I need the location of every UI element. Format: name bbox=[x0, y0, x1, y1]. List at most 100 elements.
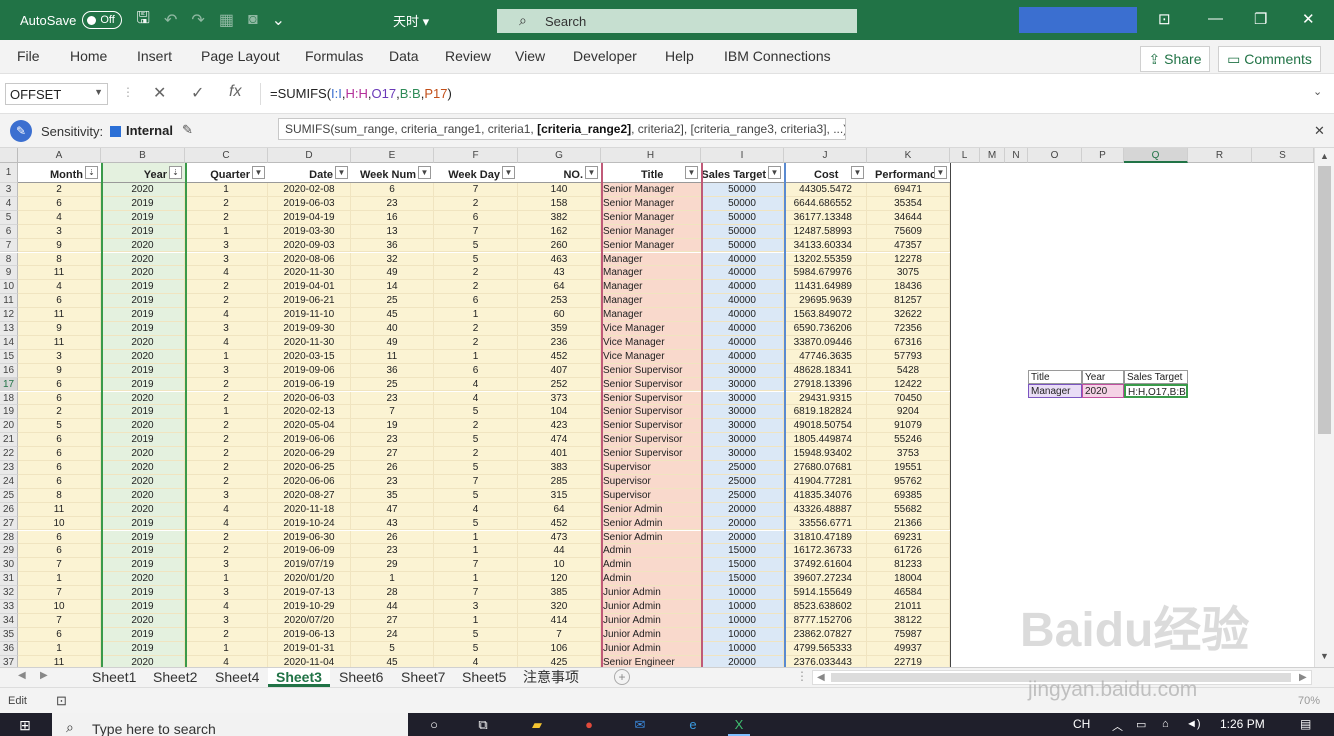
table-cell-sales-target[interactable]: 40000 bbox=[701, 308, 784, 322]
table-cell-title[interactable]: Manager bbox=[601, 308, 701, 322]
table-cell-week-day[interactable]: 5 bbox=[434, 433, 518, 448]
table-cell-title[interactable]: Supervisor bbox=[601, 461, 701, 475]
notification-icon[interactable]: ▤ bbox=[1300, 717, 1311, 731]
table-cell-date[interactable]: 2020-08-27 bbox=[268, 488, 351, 503]
table-cell-no-[interactable]: 285 bbox=[518, 474, 601, 489]
table-cell-week-day[interactable]: 7 bbox=[434, 558, 518, 573]
table-cell-month[interactable]: 6 bbox=[18, 377, 101, 392]
table-cell-date[interactable]: 2019-10-24 bbox=[268, 516, 351, 531]
table-cell-month[interactable]: 6 bbox=[18, 544, 101, 559]
tab-review[interactable]: Review bbox=[445, 48, 491, 64]
table-cell-year[interactable]: 2020 bbox=[101, 461, 185, 475]
table-cell-title[interactable]: Senior Admin bbox=[601, 530, 701, 545]
file-explorer-icon[interactable]: ▰ bbox=[526, 717, 548, 736]
table-cell-title[interactable]: Senior Supervisor bbox=[601, 391, 701, 406]
table-cell-week-num[interactable]: 26 bbox=[351, 461, 434, 475]
ime-indicator[interactable]: CH bbox=[1073, 717, 1090, 731]
table-cell-no-[interactable]: 44 bbox=[518, 544, 601, 559]
table-cell-month[interactable]: 7 bbox=[18, 586, 101, 600]
table-cell-week-day[interactable]: 7 bbox=[434, 224, 518, 239]
table-cell-year[interactable]: 2020 bbox=[101, 474, 185, 489]
filter-dropdown-icon[interactable]: ▼ bbox=[502, 166, 515, 179]
table-cell-month[interactable]: 11 bbox=[18, 308, 101, 322]
table-cell-date[interactable]: 2019-03-30 bbox=[268, 224, 351, 239]
accessibility-icon[interactable]: ⊡ bbox=[56, 693, 67, 709]
table-cell-date[interactable]: 2019-06-09 bbox=[268, 544, 351, 559]
table-cell-no-[interactable]: 463 bbox=[518, 252, 601, 267]
table-cell-date[interactable]: 2019-10-29 bbox=[268, 600, 351, 614]
table-cell-title[interactable]: Manager bbox=[601, 294, 701, 309]
table-cell-performance[interactable]: 34644 bbox=[867, 210, 950, 225]
scroll-left-icon[interactable]: ◀ bbox=[817, 672, 825, 683]
table-cell-month[interactable]: 4 bbox=[18, 210, 101, 225]
table-cell-cost[interactable]: 6644.686552 bbox=[784, 196, 867, 211]
table-cell-quarter[interactable]: 2 bbox=[185, 196, 268, 211]
table-cell-quarter[interactable]: 2 bbox=[185, 544, 268, 559]
table-cell-no-[interactable]: 104 bbox=[518, 405, 601, 420]
table-cell-performance[interactable]: 46584 bbox=[867, 586, 950, 600]
taskbar-search[interactable]: ⌕ Type here to search bbox=[52, 713, 408, 736]
table-cell-month[interactable]: 11 bbox=[18, 502, 101, 517]
table-cell-sales-target[interactable]: 40000 bbox=[701, 266, 784, 281]
table-cell-date[interactable]: 2020/01/20 bbox=[268, 572, 351, 587]
table-cell-week-day[interactable]: 7 bbox=[434, 183, 518, 197]
table-cell-no-[interactable]: 407 bbox=[518, 363, 601, 378]
table-cell-year[interactable]: 2019 bbox=[101, 641, 185, 656]
redo-icon[interactable]: ↷ bbox=[191, 10, 204, 30]
table-cell-cost[interactable]: 49018.50754 bbox=[784, 419, 867, 434]
table-cell-week-num[interactable]: 23 bbox=[351, 474, 434, 489]
tooltip-current-arg[interactable]: [criteria_range2] bbox=[537, 122, 631, 136]
table-cell-week-num[interactable]: 45 bbox=[351, 655, 434, 667]
table-cell-no-[interactable]: 60 bbox=[518, 308, 601, 322]
table-cell-year[interactable]: 2019 bbox=[101, 363, 185, 378]
table-cell-sales-target[interactable]: 40000 bbox=[701, 322, 784, 336]
tab-view[interactable]: View bbox=[515, 48, 545, 64]
filter-dropdown-icon[interactable]: ▼ bbox=[335, 166, 348, 179]
table-cell-date[interactable]: 2019-06-30 bbox=[268, 530, 351, 545]
table-cell-year[interactable]: 2019 bbox=[101, 516, 185, 531]
table-cell-year[interactable]: 2019 bbox=[101, 433, 185, 448]
table-cell-title[interactable]: Manager bbox=[601, 252, 701, 267]
row-header-34[interactable]: 34 bbox=[0, 613, 18, 628]
table-cell-cost[interactable]: 15948.93402 bbox=[784, 447, 867, 461]
table-cell-date[interactable]: 2020-09-03 bbox=[268, 238, 351, 253]
table-cell-week-day[interactable]: 5 bbox=[434, 405, 518, 420]
table-cell-date[interactable]: 2020-03-15 bbox=[268, 349, 351, 364]
table-cell-no-[interactable]: 260 bbox=[518, 238, 601, 253]
table-cell-sales-target[interactable]: 30000 bbox=[701, 447, 784, 461]
table-cell-sales-target[interactable]: 50000 bbox=[701, 196, 784, 211]
lookup-value-title[interactable]: Manager bbox=[1028, 384, 1082, 398]
table-cell-cost[interactable]: 23862.07827 bbox=[784, 627, 867, 642]
table-cell-sales-target[interactable]: 25000 bbox=[701, 474, 784, 489]
table-cell-cost[interactable]: 37492.61604 bbox=[784, 558, 867, 573]
select-all-corner[interactable] bbox=[0, 148, 18, 163]
table-cell-sales-target[interactable]: 30000 bbox=[701, 405, 784, 420]
table-cell-month[interactable]: 9 bbox=[18, 238, 101, 253]
table-cell-week-num[interactable]: 36 bbox=[351, 363, 434, 378]
row-header-19[interactable]: 19 bbox=[0, 405, 18, 420]
table-cell-sales-target[interactable]: 10000 bbox=[701, 641, 784, 656]
table-cell-performance[interactable]: 67316 bbox=[867, 335, 950, 350]
row-header-22[interactable]: 22 bbox=[0, 447, 18, 461]
table-cell-sales-target[interactable]: 25000 bbox=[701, 461, 784, 475]
row-header-32[interactable]: 32 bbox=[0, 586, 18, 600]
filter-dropdown-icon[interactable]: ▼ bbox=[851, 166, 864, 179]
table-cell-date[interactable]: 2020-06-03 bbox=[268, 391, 351, 406]
row-header-25[interactable]: 25 bbox=[0, 488, 18, 503]
table-cell-date[interactable]: 2019-06-03 bbox=[268, 196, 351, 211]
table-cell-year[interactable]: 2020 bbox=[101, 502, 185, 517]
table-cell-title[interactable]: Supervisor bbox=[601, 488, 701, 503]
tab-file[interactable]: File bbox=[17, 48, 40, 64]
ribbon-display-icon[interactable]: ⊡ bbox=[1158, 10, 1171, 28]
table-cell-sales-target[interactable]: 10000 bbox=[701, 627, 784, 642]
table-cell-week-day[interactable]: 4 bbox=[434, 502, 518, 517]
table-cell-month[interactable]: 11 bbox=[18, 266, 101, 281]
table-cell-performance[interactable]: 9204 bbox=[867, 405, 950, 420]
edge-icon[interactable]: e bbox=[682, 717, 704, 736]
row-header-24[interactable]: 24 bbox=[0, 474, 18, 489]
filter-dropdown-icon[interactable]: ▼ bbox=[685, 166, 698, 179]
table-cell-week-num[interactable]: 25 bbox=[351, 294, 434, 309]
table-cell-title[interactable]: Vice Manager bbox=[601, 349, 701, 364]
table-cell-performance[interactable]: 81233 bbox=[867, 558, 950, 573]
column-header-h[interactable]: H bbox=[601, 148, 701, 163]
